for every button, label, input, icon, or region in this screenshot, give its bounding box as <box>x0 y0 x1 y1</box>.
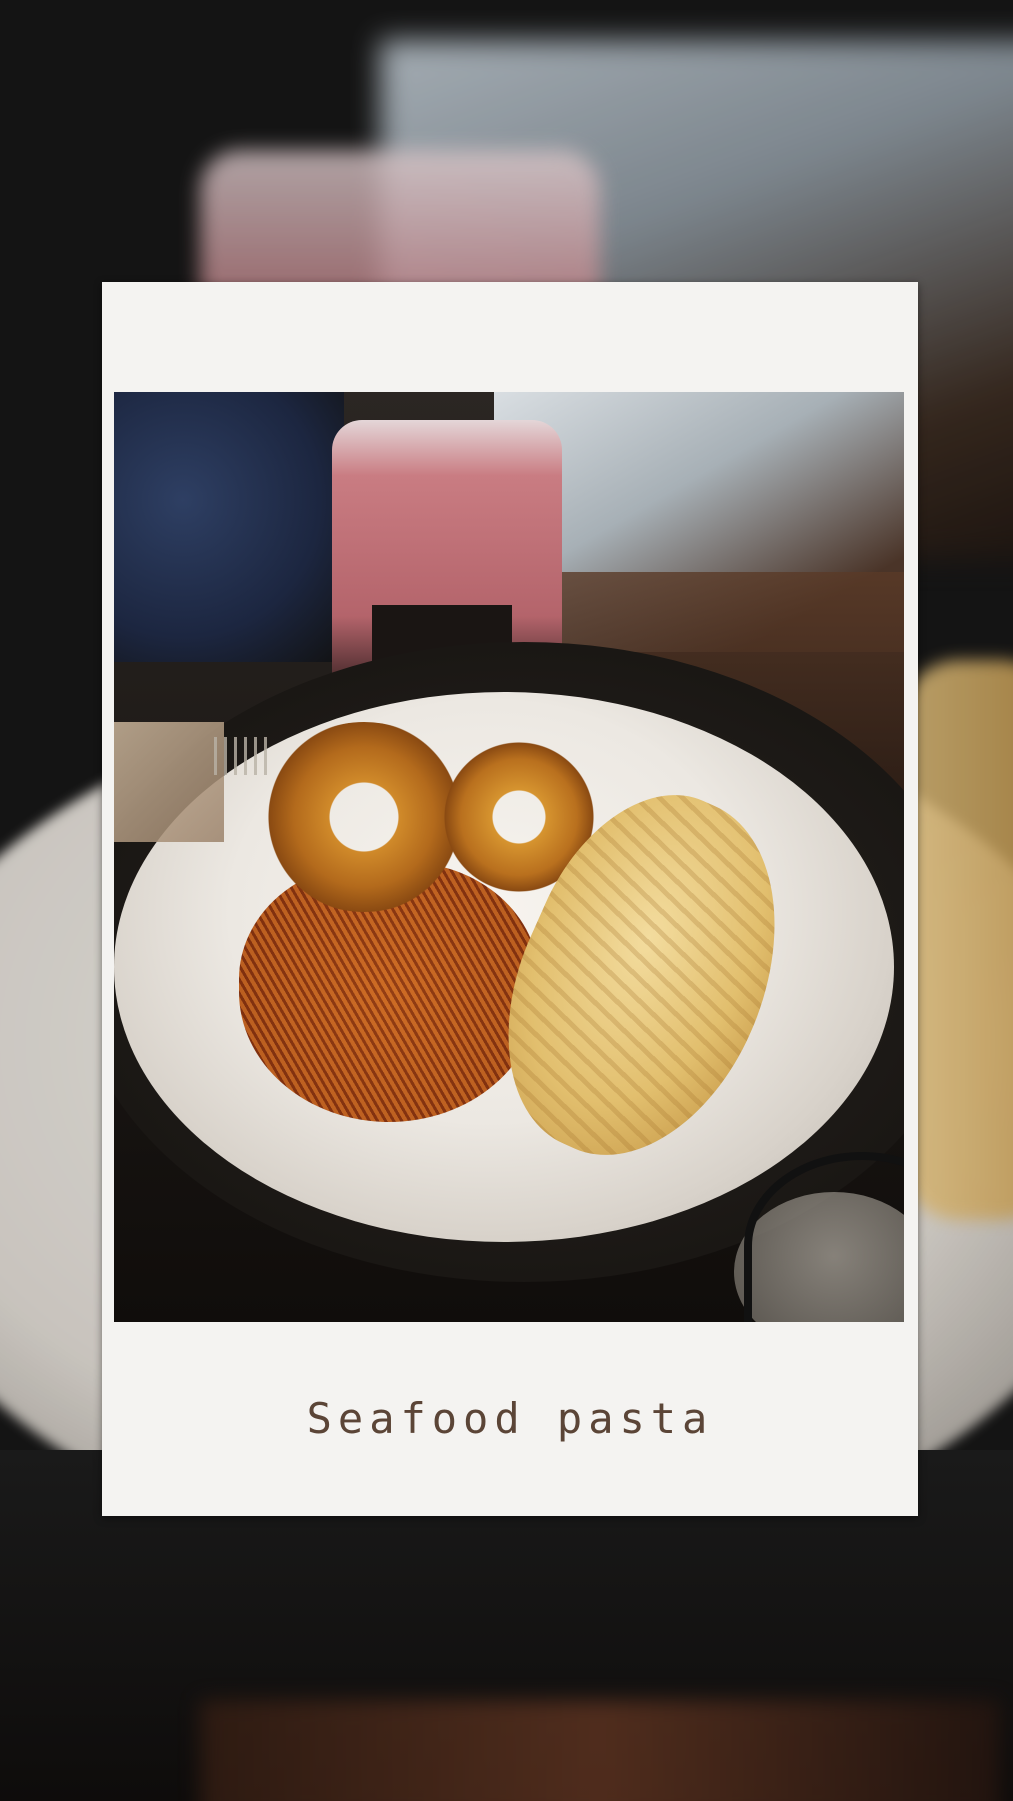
photo-fork <box>214 737 274 775</box>
photo-chair <box>114 392 344 662</box>
food-photo <box>114 392 904 1322</box>
background-wood-edge <box>200 1700 1000 1801</box>
polaroid-frame: Seafood pasta <box>102 282 918 1516</box>
photo-caption: Seafood pasta <box>306 1394 714 1443</box>
photo-napkin <box>114 722 224 842</box>
